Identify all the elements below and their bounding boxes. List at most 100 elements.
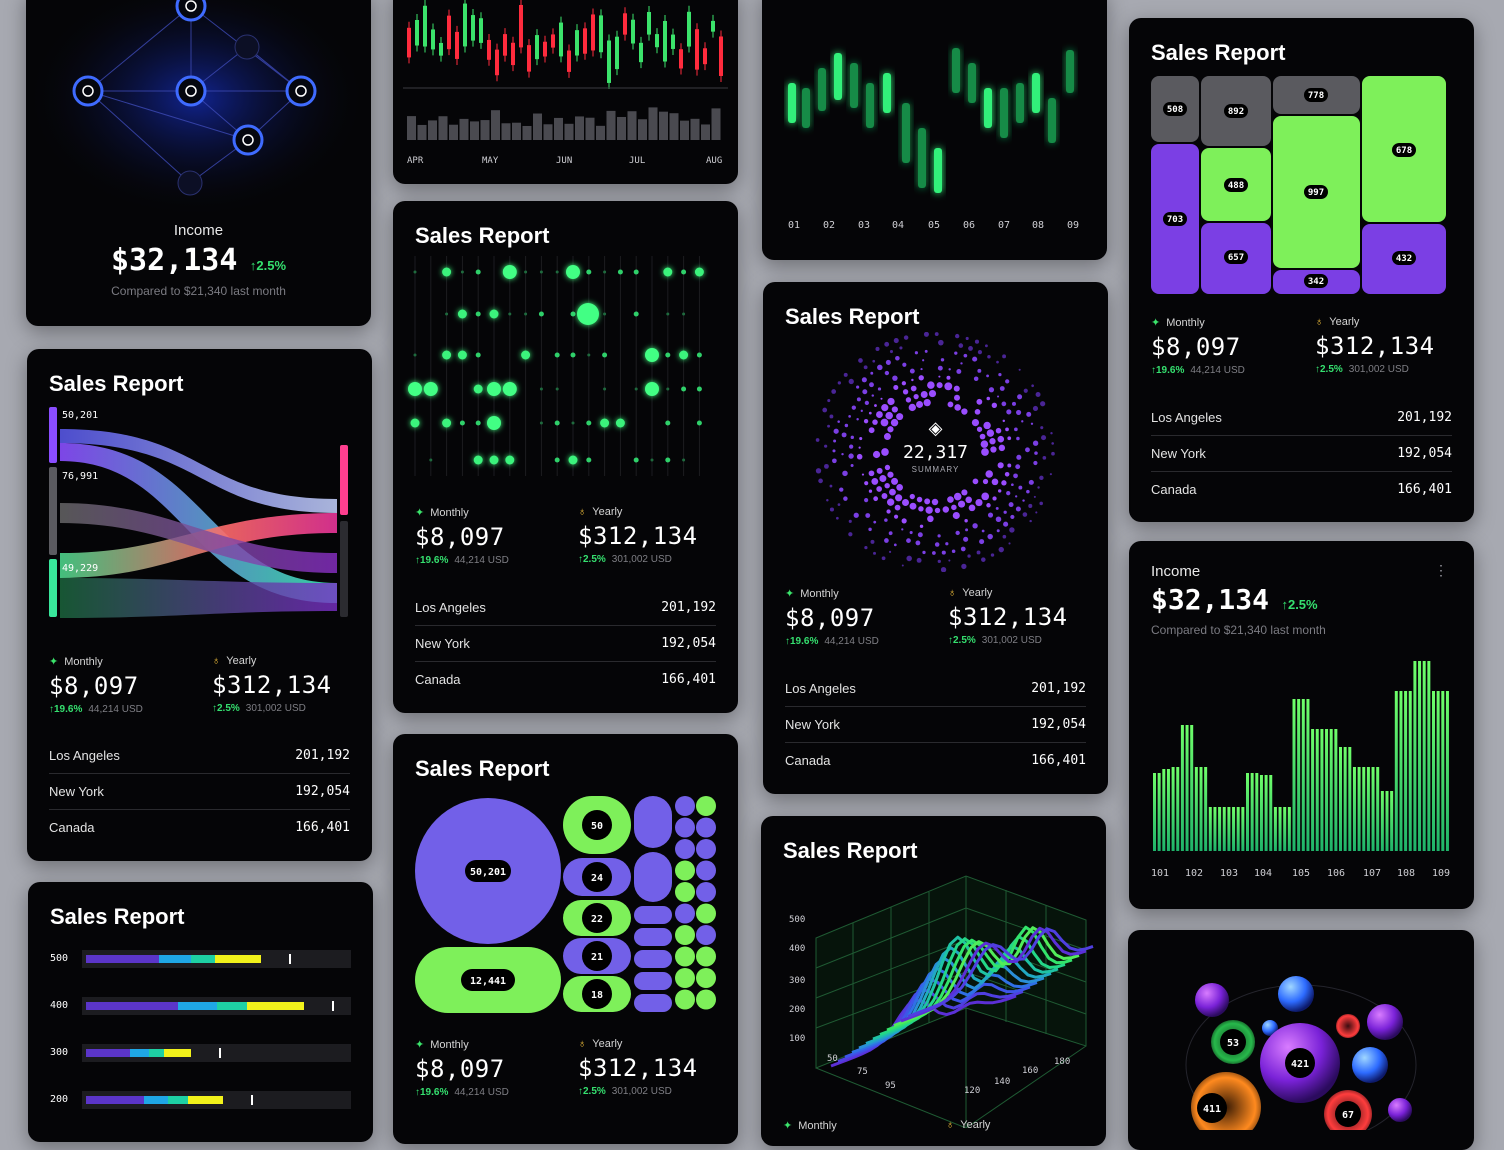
burst-dot bbox=[869, 382, 874, 388]
monthly-usd: 44,214 USD bbox=[454, 1087, 509, 1098]
burst-dot bbox=[968, 345, 973, 351]
table-row[interactable]: Canada 166,401 bbox=[1151, 472, 1452, 507]
table-row[interactable]: New York 192,054 bbox=[415, 626, 716, 662]
table-row[interactable]: New York 192,054 bbox=[785, 707, 1086, 743]
progress-track bbox=[82, 1044, 351, 1062]
volume-bar bbox=[470, 121, 479, 140]
income-bar bbox=[1445, 691, 1449, 851]
x-tick: 50 bbox=[827, 1054, 838, 1064]
burst-dot bbox=[968, 504, 976, 512]
burst-dot bbox=[919, 524, 924, 529]
income-bar bbox=[1246, 773, 1249, 851]
candle-body bbox=[567, 50, 571, 72]
glow-bar-chart bbox=[788, 48, 1074, 193]
glow-bar bbox=[1048, 98, 1056, 143]
bubble-cell bbox=[696, 968, 716, 988]
table-row[interactable]: Los Angeles 201,192 bbox=[785, 671, 1086, 707]
x-label: 108 bbox=[1397, 868, 1416, 879]
income-change: ↑2.5% bbox=[1281, 597, 1318, 612]
progress-segment bbox=[215, 955, 261, 963]
income-bar bbox=[1255, 773, 1259, 851]
progress-segment bbox=[130, 1049, 149, 1057]
monthly-pct: ↑19.6% bbox=[415, 555, 449, 566]
income-bar bbox=[1283, 807, 1287, 851]
city-value: 201,192 bbox=[661, 600, 716, 615]
burst-dot bbox=[940, 567, 947, 572]
matrix-dot bbox=[615, 418, 625, 428]
burst-dot bbox=[913, 394, 919, 400]
burst-dot bbox=[839, 487, 844, 492]
table-row[interactable]: Los Angeles 201,192 bbox=[415, 590, 716, 626]
burst-dot bbox=[910, 385, 917, 392]
candlestick-card: APR MAY JUN JUL AUG bbox=[393, 0, 738, 184]
x-label: 07 bbox=[998, 220, 1011, 231]
matrix-dot bbox=[445, 312, 449, 316]
table-row[interactable]: Canada 166,401 bbox=[785, 743, 1086, 778]
bubble-cell bbox=[696, 925, 716, 945]
table-row[interactable]: Canada 166,401 bbox=[49, 810, 350, 845]
burst-dot bbox=[947, 401, 954, 408]
matrix-dot bbox=[682, 312, 686, 316]
income-bar bbox=[1222, 807, 1226, 851]
burst-dot bbox=[985, 344, 988, 348]
yearly-value: $312,134 bbox=[578, 522, 698, 550]
volume-bar bbox=[648, 107, 658, 140]
city-value: 166,401 bbox=[1397, 482, 1452, 497]
burst-dot bbox=[963, 536, 969, 542]
table-row[interactable]: New York 192,054 bbox=[1151, 436, 1452, 472]
orb-label: 67 bbox=[1342, 1110, 1354, 1121]
city-name: Los Angeles bbox=[49, 748, 120, 763]
sparkle-icon: ✦ bbox=[783, 1120, 793, 1132]
income-x-axis: 101 102 103 104 105 106 107 108 109 bbox=[1129, 868, 1474, 882]
income-bar bbox=[1208, 807, 1212, 851]
burst-dot bbox=[988, 387, 995, 393]
medal-icon: ♁ bbox=[578, 506, 587, 518]
candle-body bbox=[663, 20, 667, 62]
table-row[interactable]: Los Angeles 201,192 bbox=[49, 738, 350, 774]
city-name: New York bbox=[785, 717, 840, 732]
burst-dot bbox=[894, 504, 901, 511]
yearly-value: $312,134 bbox=[578, 1054, 698, 1082]
burst-dot bbox=[843, 496, 848, 501]
income-bar bbox=[1408, 691, 1412, 851]
candle-body bbox=[687, 11, 691, 47]
bubble-cell bbox=[634, 950, 672, 968]
burst-dot bbox=[917, 532, 923, 538]
yearly-usd: 301,002 USD bbox=[245, 703, 306, 714]
volume-bar bbox=[512, 122, 521, 140]
burst-dot bbox=[881, 404, 889, 412]
matrix-dot bbox=[600, 418, 610, 428]
matrix-dot bbox=[555, 270, 559, 274]
candle-body bbox=[503, 34, 507, 56]
table-row[interactable]: Canada 166,401 bbox=[415, 662, 716, 697]
income-bar bbox=[1292, 699, 1296, 851]
more-options-icon[interactable]: ⋮ bbox=[1434, 563, 1448, 577]
burst-dot bbox=[948, 559, 951, 562]
volume-bar bbox=[659, 111, 668, 140]
matrix-dot bbox=[539, 387, 543, 391]
progress-track bbox=[82, 950, 351, 968]
bubble-cell bbox=[675, 796, 695, 816]
table-row[interactable]: New York 192,054 bbox=[49, 774, 350, 810]
table-row[interactable]: Los Angeles 201,192 bbox=[1151, 400, 1452, 436]
bubble-cell bbox=[634, 796, 672, 848]
bubble-card: Sales Report 50,201 50 24 22 21 12,441 1… bbox=[393, 734, 738, 1144]
matrix-dot bbox=[460, 270, 464, 274]
burst-dot bbox=[961, 563, 967, 570]
candle-body bbox=[719, 36, 723, 76]
matrix-dot bbox=[521, 350, 531, 360]
burst-dot bbox=[915, 540, 921, 546]
income-bar bbox=[1348, 747, 1352, 851]
volume-bar bbox=[543, 124, 553, 140]
burst-dot bbox=[901, 518, 907, 524]
burst-dot bbox=[863, 365, 868, 370]
income-bar bbox=[1385, 791, 1389, 851]
bubble-cell bbox=[675, 989, 695, 1010]
burst-dot bbox=[1022, 512, 1028, 517]
burst-dot bbox=[873, 520, 877, 524]
income-label: Income bbox=[173, 222, 224, 239]
x-tick: 95 bbox=[885, 1081, 896, 1091]
burst-dot bbox=[853, 512, 859, 518]
monthly-label: Monthly bbox=[1166, 316, 1205, 329]
matrix-dot bbox=[473, 455, 483, 465]
